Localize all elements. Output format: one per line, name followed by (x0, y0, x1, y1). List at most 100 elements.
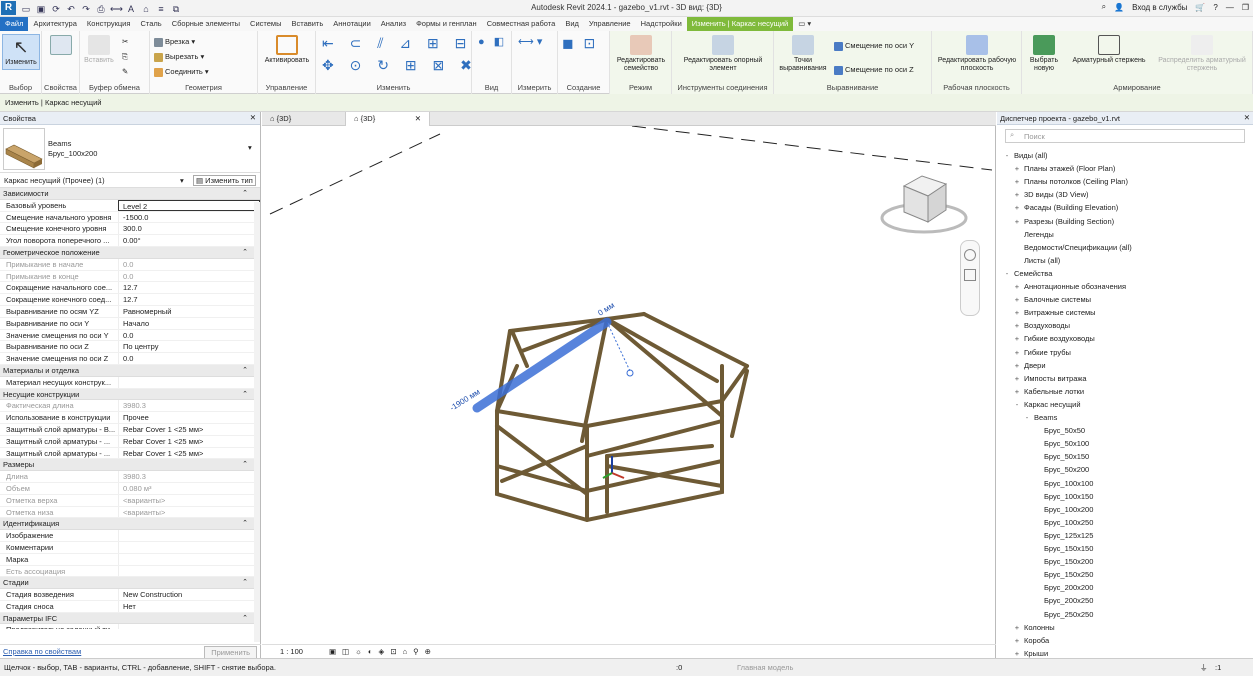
search-icon[interactable]: ⌕ (1102, 2, 1106, 12)
edit-reference-button[interactable]: Редактировать опорный элемент (678, 35, 768, 73)
user-icon[interactable]: 👤 (1114, 3, 1124, 12)
property-group[interactable]: Зависимости ⌃ (0, 188, 260, 200)
tree-node[interactable]: + Витражные системы (1013, 307, 1096, 319)
tree-node[interactable]: + Короба (1013, 635, 1049, 647)
close-icon[interactable]: ✕ (415, 112, 421, 126)
property-value[interactable]: 0.00° (118, 235, 260, 246)
edit-type-button[interactable]: ▤ Изменить тип (193, 175, 256, 186)
tree-node[interactable]: + Крыши (1013, 648, 1048, 658)
tree-node[interactable]: Легенды (1013, 229, 1054, 241)
expand-icon[interactable]: + (1013, 320, 1021, 332)
expand-icon[interactable]: + (1013, 333, 1021, 345)
offset-z-button[interactable]: Смещение по оси Z (834, 65, 914, 75)
dimension-label-2[interactable]: 0 мм (596, 301, 616, 318)
tree-node[interactable]: Брус_100x250 (1033, 517, 1093, 529)
tab-modify-structural-framing[interactable]: Изменить | Каркас несущий (686, 17, 794, 31)
property-value[interactable] (118, 530, 260, 541)
tab-systems[interactable]: Системы (245, 17, 286, 31)
expand-icon[interactable]: + (1013, 163, 1021, 175)
property-value[interactable]: По центру (118, 341, 260, 353)
ribbon-toggle-icon[interactable]: ▭ ▾ (793, 17, 816, 31)
view-tools[interactable]: ● ◧ (478, 35, 507, 48)
expand-icon[interactable]: + (1013, 648, 1021, 658)
tab-steel[interactable]: Сталь (135, 17, 166, 31)
expand-icon[interactable]: + (1013, 307, 1021, 319)
shadows-icon[interactable]: ◐ (368, 647, 373, 656)
property-group[interactable]: Идентификация ⌃ (0, 518, 260, 531)
collapse-icon[interactable]: ⌃ (242, 365, 248, 377)
match-icon[interactable]: ✎ (122, 67, 128, 76)
tree-node[interactable]: Брус_100x100 (1033, 478, 1093, 490)
expand-icon[interactable]: + (1013, 202, 1021, 214)
view-scale[interactable]: 1 : 100 (280, 647, 303, 656)
rebar-button[interactable]: Арматурный стержень (1066, 35, 1152, 65)
offset-y-button[interactable]: Смещение по оси Y (834, 41, 914, 51)
tree-node[interactable]: + Планы этажей (Floor Plan) (1013, 163, 1116, 175)
view-tab-3d-2[interactable]: ⌂ {3D} ✕ (346, 112, 430, 126)
tree-node[interactable]: Брус_50x100 (1033, 438, 1089, 450)
restore-icon[interactable]: ❐ (1242, 3, 1249, 12)
visual-style-icon[interactable]: ◫ (342, 647, 349, 656)
property-group[interactable]: Размеры ⌃ (0, 459, 260, 472)
tab-precast[interactable]: Сборные элементы (167, 17, 245, 31)
panel-label[interactable]: Выбор (0, 83, 41, 92)
expand-icon[interactable]: + (1013, 635, 1021, 647)
activate-button[interactable]: Активировать (260, 35, 314, 65)
tree-node[interactable]: + Двери (1013, 360, 1046, 372)
tree-node[interactable]: Брус_50x50 (1033, 425, 1085, 437)
expand-icon[interactable]: - (1003, 268, 1011, 280)
property-group[interactable]: Параметры IFC ⌃ (0, 612, 260, 625)
tree-node[interactable]: + Импосты витража (1013, 373, 1087, 385)
tab-manage[interactable]: Управление (584, 17, 636, 31)
tree-node[interactable]: Листы (all) (1013, 255, 1060, 267)
tree-node[interactable]: Брус_50x150 (1033, 451, 1089, 463)
tree-node[interactable]: + Разрезы (Building Section) (1013, 216, 1114, 228)
expand-icon[interactable]: + (1013, 294, 1021, 306)
property-value[interactable] (118, 541, 260, 553)
tree-node[interactable]: Брус_150x200 (1033, 556, 1093, 568)
collapse-icon[interactable]: ⌃ (242, 577, 248, 589)
gazebo-model[interactable] (495, 312, 749, 523)
property-value[interactable]: Rebar Cover 1 <25 мм> (118, 447, 260, 459)
expand-icon[interactable]: + (1013, 347, 1021, 359)
design-option[interactable]: Главная модель (737, 663, 793, 672)
chevron-down-icon[interactable]: ▾ (248, 143, 252, 152)
chevron-down-icon[interactable]: ▾ (180, 176, 184, 185)
tree-node[interactable]: Брус_100x150 (1033, 491, 1093, 503)
expand-icon[interactable]: + (1013, 622, 1021, 634)
expand-icon[interactable]: + (1013, 281, 1021, 293)
render-icon[interactable]: ◈ (379, 647, 385, 656)
tab-annotate[interactable]: Аннотации (328, 17, 376, 31)
tree-node[interactable]: + Фасады (Building Elevation) (1013, 202, 1118, 214)
property-group[interactable]: Геометрическое положение ⌃ (0, 246, 260, 259)
tab-insert[interactable]: Вставить (286, 17, 328, 31)
expand-icon[interactable]: + (1013, 216, 1021, 228)
properties-button[interactable] (46, 35, 76, 57)
tree-node[interactable]: Ведомости/Спецификации (all) (1013, 242, 1132, 254)
model-canvas[interactable]: -1900 мм 0 мм (262, 126, 996, 644)
expand-icon[interactable]: + (1013, 373, 1021, 385)
worksets-count[interactable]: :0 (676, 663, 682, 672)
property-group[interactable]: Материалы и отделка ⌃ (0, 364, 260, 377)
expand-icon[interactable]: + (1013, 176, 1021, 188)
pick-new-button[interactable]: Выбрать новую (1024, 35, 1064, 73)
tab-view[interactable]: Вид (560, 17, 584, 31)
property-value[interactable]: Начало (118, 317, 260, 329)
tree-node[interactable]: Брус_200x250 (1033, 595, 1093, 607)
modify-tools-row2[interactable]: ✥ ⊙ ↻ ⊞ ⊠ ✖ (322, 57, 478, 74)
tree-node[interactable]: + Планы потолков (Ceiling Plan) (1013, 176, 1128, 188)
cut-icon[interactable]: ✂ (122, 37, 128, 46)
sun-path-icon[interactable]: ☼ (355, 647, 362, 656)
collapse-icon[interactable]: ⌃ (242, 247, 248, 259)
expand-icon[interactable]: - (1023, 412, 1031, 424)
property-value[interactable]: Rebar Cover 1 <25 мм> (118, 423, 260, 435)
edit-workplane-button[interactable]: Редактировать рабочую плоскость (934, 35, 1020, 73)
tree-node[interactable]: - Каркас несущий (1013, 399, 1081, 411)
properties-scrollbar[interactable] (254, 202, 260, 642)
modify-button[interactable]: ↖ Изменить (2, 34, 40, 70)
property-value[interactable] (118, 553, 260, 565)
collapse-icon[interactable]: ⌃ (242, 518, 248, 530)
tree-node[interactable]: Брус_50x200 (1033, 464, 1089, 476)
property-value[interactable]: 12.7 (118, 282, 260, 294)
tree-node[interactable]: Брус_150x150 (1033, 543, 1093, 555)
